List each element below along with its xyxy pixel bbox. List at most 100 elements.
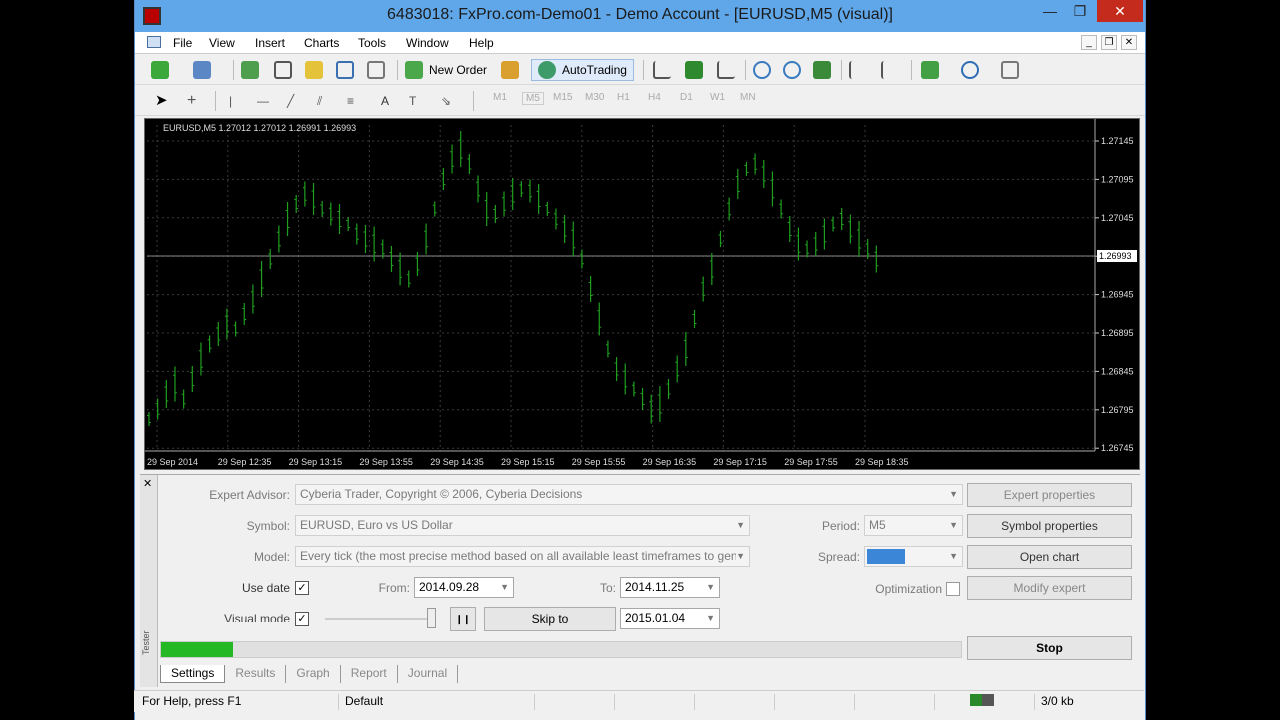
expert-advisor-select[interactable]: Cyberia Trader, Copyright © 2006, Cyberi… — [295, 484, 963, 505]
period-select[interactable]: M5 ▼ — [864, 515, 963, 536]
speed-slider-handle[interactable] — [427, 608, 436, 628]
periods-icon[interactable] — [961, 61, 979, 79]
data-window-icon[interactable] — [274, 61, 292, 79]
tile-windows-icon[interactable] — [813, 61, 831, 79]
to-date-picker[interactable]: 2014.11.25 ▼ — [620, 577, 720, 598]
menu-insert[interactable]: Insert — [255, 36, 285, 50]
line-chart-icon[interactable] — [717, 61, 735, 79]
autotrading-button[interactable]: AutoTrading — [531, 59, 634, 81]
spread-label: Spread: — [817, 550, 860, 564]
menu-tools[interactable]: Tools — [358, 36, 386, 50]
title-bar[interactable]: 6483018: FxPro.com-Demo01 - Demo Account… — [135, 0, 1145, 32]
status-traffic: 3/0 kb — [1034, 694, 1074, 710]
period-mn[interactable]: MN — [740, 92, 756, 103]
mdi-close-icon[interactable]: ✕ — [1121, 35, 1137, 50]
time-label: 29 Sep 14:35 — [430, 457, 484, 467]
connection-status-icon — [964, 694, 994, 710]
autoscroll-icon[interactable] — [881, 61, 899, 79]
status-bar: For Help, press F1 Default 3/0 kb — [134, 690, 1144, 712]
chart-shift-icon[interactable] — [849, 61, 867, 79]
zoom-out-icon[interactable] — [783, 61, 801, 79]
price-label: 1.26745 — [1101, 443, 1134, 453]
tab-journal[interactable]: Journal — [398, 665, 459, 683]
price-label: 1.26845 — [1101, 366, 1134, 376]
menu-view[interactable]: View — [209, 36, 235, 50]
text-tool-icon[interactable]: A — [381, 90, 389, 112]
skip-to-date-picker[interactable]: 2015.01.04 ▼ — [620, 608, 720, 629]
mdi-minimize-icon[interactable]: _ — [1081, 35, 1097, 50]
symbol-label: Symbol: — [246, 519, 290, 533]
new-order-button[interactable]: New Order — [405, 59, 487, 81]
period-m30[interactable]: M30 — [585, 92, 604, 103]
profiles-icon[interactable] — [193, 61, 211, 79]
bar-chart-icon[interactable] — [653, 61, 671, 79]
market-watch-icon[interactable] — [241, 61, 259, 79]
text-label-icon[interactable]: T — [409, 90, 416, 112]
pause-button[interactable]: ❙❙ — [450, 607, 476, 631]
expert-properties-button[interactable]: Expert properties — [967, 483, 1132, 507]
time-label: 29 Sep 16:35 — [643, 457, 697, 467]
arrows-icon[interactable]: ⇘ — [441, 90, 451, 112]
tab-graph[interactable]: Graph — [286, 665, 341, 683]
tester-tabs: Settings Results Graph Report Journal — [160, 665, 459, 683]
period-m15[interactable]: M15 — [553, 92, 572, 103]
use-date-checkbox[interactable]: ✓ — [295, 581, 309, 595]
strategy-tester-icon[interactable] — [367, 61, 385, 79]
tab-settings[interactable]: Settings — [160, 665, 226, 683]
progress-fill — [161, 642, 233, 657]
terminal-icon[interactable] — [336, 61, 354, 79]
tab-results[interactable]: Results — [225, 665, 287, 683]
stop-button[interactable]: Stop — [967, 636, 1132, 660]
modify-expert-button[interactable]: Modify expert — [967, 576, 1132, 600]
symbol-select[interactable]: EURUSD, Euro vs US Dollar ▼ — [295, 515, 750, 536]
mdi-restore-icon[interactable]: ❐ — [1101, 35, 1117, 50]
zoom-in-icon[interactable] — [753, 61, 771, 79]
skip-to-button[interactable]: Skip to — [484, 607, 616, 631]
maximize-button[interactable]: ❐ — [1065, 0, 1095, 22]
period-w1[interactable]: W1 — [710, 92, 725, 103]
optimization-label: Optimization — [875, 582, 942, 596]
new-order-icon — [405, 61, 423, 79]
indicators-icon[interactable] — [921, 61, 939, 79]
cursor-icon[interactable]: ➤ — [155, 90, 168, 112]
chart-window-icon[interactable] — [147, 36, 161, 48]
price-label: 1.26895 — [1101, 328, 1134, 338]
chevron-down-icon: ▼ — [706, 582, 715, 592]
visual-mode-checkbox[interactable]: ✓ — [295, 612, 309, 626]
equidistant-channel-icon[interactable]: ⫽ — [317, 90, 322, 112]
tester-close-icon[interactable]: ✕ — [143, 477, 152, 490]
horizontal-line-icon[interactable]: — — [257, 90, 269, 112]
period-d1[interactable]: D1 — [680, 92, 693, 103]
navigator-icon[interactable] — [305, 61, 323, 79]
menu-file[interactable]: File — [173, 36, 192, 50]
vertical-line-icon[interactable]: | — [229, 90, 232, 112]
fibonacci-icon[interactable]: ≡ — [347, 90, 354, 112]
period-h1[interactable]: H1 — [617, 92, 630, 103]
menu-charts[interactable]: Charts — [304, 36, 339, 50]
metaeditor-icon[interactable] — [501, 61, 519, 79]
price-chart[interactable]: 1.271451.270951.270451.269951.269451.268… — [144, 118, 1140, 470]
menu-window[interactable]: Window — [406, 36, 449, 50]
menu-help[interactable]: Help — [469, 36, 494, 50]
from-date-picker[interactable]: 2014.09.28 ▼ — [414, 577, 514, 598]
crosshair-icon[interactable]: + — [187, 90, 196, 112]
templates-icon[interactable] — [1001, 61, 1019, 79]
open-chart-button[interactable]: Open chart — [967, 545, 1132, 569]
period-h4[interactable]: H4 — [648, 92, 661, 103]
optimization-checkbox[interactable] — [946, 582, 960, 596]
candlesticks-icon[interactable] — [685, 61, 703, 79]
symbol-properties-button[interactable]: Symbol properties — [967, 514, 1132, 538]
period-m1[interactable]: M1 — [493, 92, 507, 103]
status-help-text: For Help, press F1 — [142, 694, 242, 708]
trendline-icon[interactable]: ╱ — [287, 90, 294, 112]
minimize-button[interactable]: — — [1035, 0, 1065, 22]
close-button[interactable]: ✕ — [1097, 0, 1143, 22]
chart-canvas: 1.271451.270951.270451.269951.269451.268… — [145, 119, 1137, 467]
model-select[interactable]: Every tick (the most precise method base… — [295, 546, 750, 567]
period-m5[interactable]: M5 — [522, 92, 544, 105]
spread-select[interactable]: ▼ — [864, 546, 963, 567]
speed-slider-track[interactable] — [325, 618, 435, 620]
tab-report[interactable]: Report — [341, 665, 398, 683]
new-chart-icon[interactable] — [151, 61, 169, 79]
price-label: 1.27095 — [1101, 174, 1134, 184]
